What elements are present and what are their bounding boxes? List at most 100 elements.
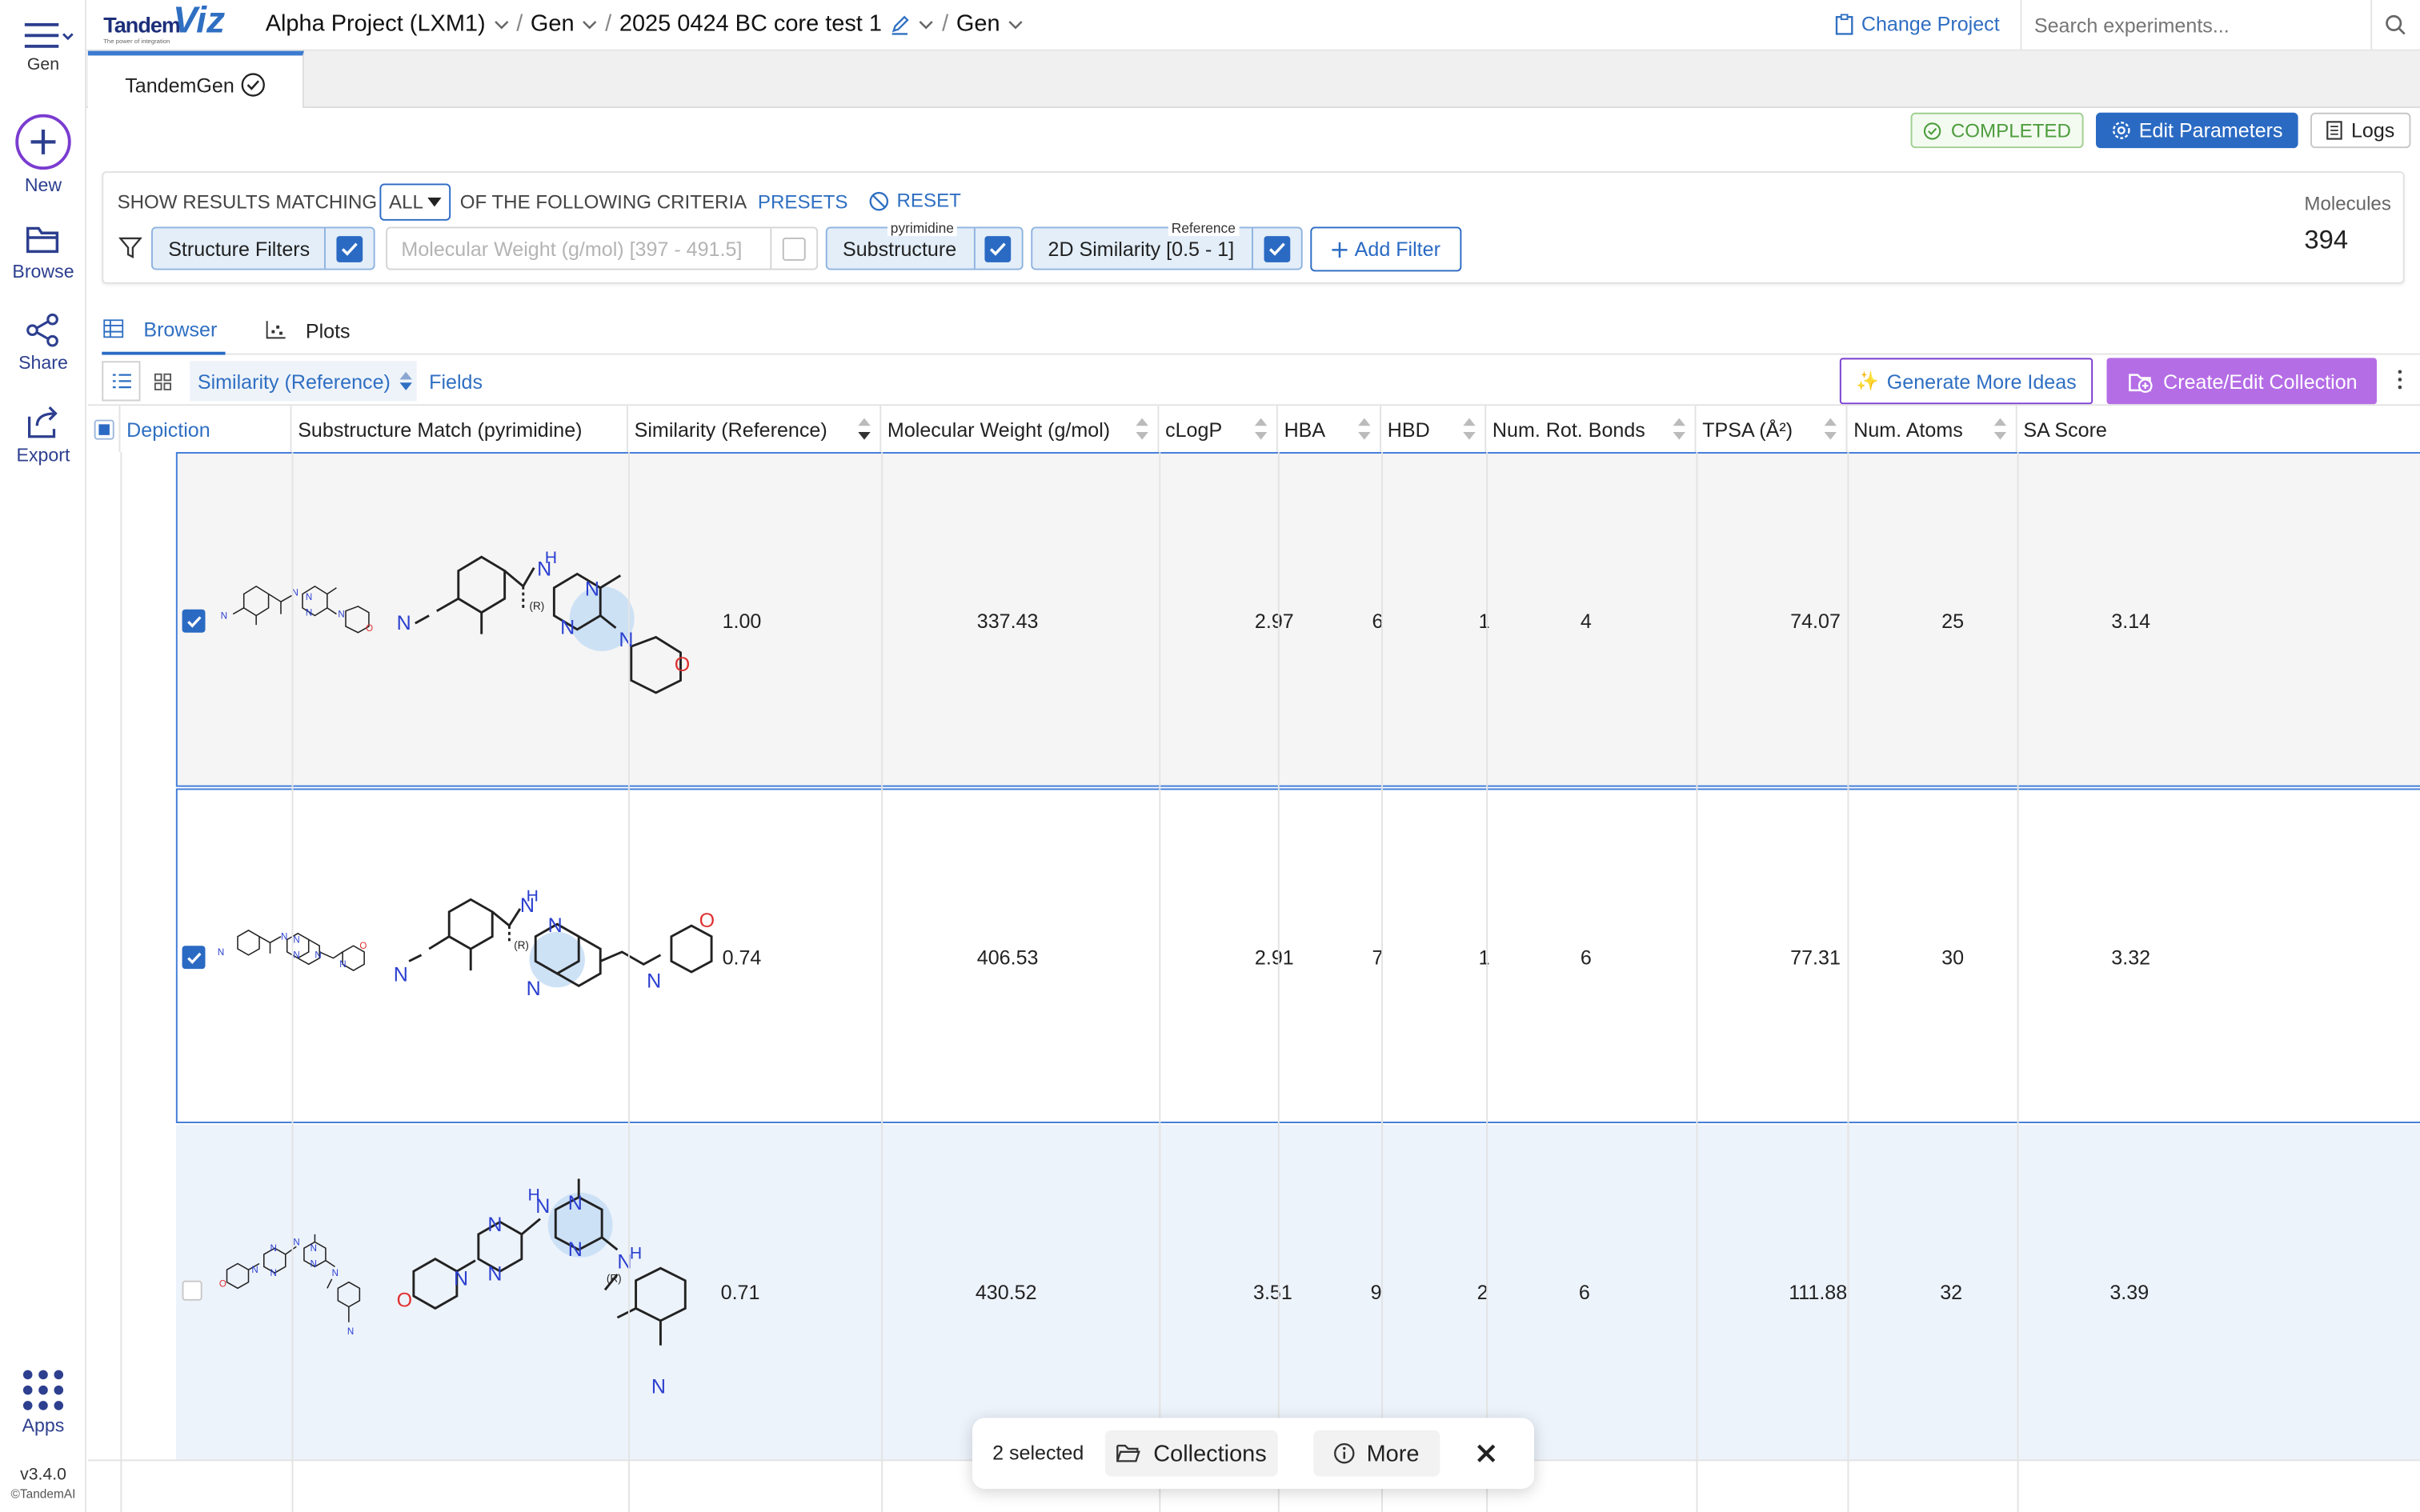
status-badge: COMPLETED [1910, 112, 2084, 149]
table-row[interactable]: NNNNNNNN O NNNNHNNNHN O (R) 0.71 430.52 … [175, 1124, 2420, 1460]
search-icon[interactable] [2385, 14, 2406, 35]
apps-button[interactable]: Apps [0, 1369, 86, 1436]
sort-field-label: Similarity (Reference) [197, 369, 391, 393]
more-actions-button[interactable]: More [1313, 1430, 1440, 1477]
main-menu-button[interactable]: Gen [0, 12, 86, 74]
column-header-depiction[interactable]: Depiction [120, 406, 292, 453]
logo-brand: Tandem [103, 12, 181, 38]
breadcrumb-module[interactable]: Gen [531, 10, 575, 37]
column-header-tpsa[interactable]: TPSA (Å²) [1697, 406, 1848, 453]
list-view-button[interactable] [102, 361, 141, 402]
chevron-down-icon[interactable] [582, 18, 597, 30]
kebab-menu-icon [2398, 370, 2402, 390]
sort-field-button[interactable]: Similarity (Reference) [190, 361, 417, 402]
cell-rot-bonds: 6 [1580, 946, 1592, 970]
cell-hba: 9 [1370, 1280, 1382, 1304]
grid-view-button[interactable] [143, 361, 182, 401]
table-icon [103, 319, 124, 338]
new-button[interactable]: New [0, 113, 86, 196]
collections-button[interactable]: Collections [1104, 1430, 1278, 1477]
more-options-button[interactable] [2392, 369, 2407, 394]
column-header-similarity[interactable]: Similarity (Reference) [628, 406, 882, 453]
row-checkbox[interactable] [182, 1280, 202, 1301]
molecule-thumbnail[interactable]: NN NN N O [216, 570, 378, 662]
results-toolbar: Similarity (Reference) Fields ✨ Generate… [102, 358, 2420, 406]
column-header-molecular-weight[interactable]: Molecular Weight (g/mol) [881, 406, 1160, 453]
reset-button[interactable]: RESET [869, 190, 961, 211]
column-header-rot-bonds[interactable]: Num. Rot. Bonds [1486, 406, 1697, 453]
molecule-thumbnail[interactable]: NN NN NN O [216, 921, 378, 998]
svg-text:N: N [293, 1238, 299, 1247]
generate-more-ideas-button[interactable]: ✨ Generate More Ideas [1839, 358, 2093, 405]
molecule-structure[interactable]: NNHNNN O (R) [394, 538, 718, 708]
structure-filters-chip[interactable]: Structure Filters [150, 226, 375, 270]
chevron-down-icon[interactable] [919, 18, 934, 30]
breadcrumb-experiment[interactable]: 2025 0424 BC core test 1 [619, 10, 882, 37]
search-input[interactable] [2021, 0, 2371, 50]
molecule-thumbnail[interactable]: NNNNNNNN O [214, 1218, 377, 1349]
tab-tandemgen[interactable]: TandemGen [87, 50, 304, 108]
share-button[interactable]: Share [0, 312, 86, 374]
pencil-icon[interactable] [890, 13, 912, 34]
select-all-checkbox[interactable] [88, 406, 121, 453]
match-mode-select[interactable]: ALL [379, 183, 451, 221]
substructure-checkbox[interactable] [975, 235, 1022, 262]
substructure-chip[interactable]: pyrimidine Substructure [825, 220, 1024, 270]
create-edit-collection-button[interactable]: Create/Edit Collection [2106, 358, 2377, 405]
logs-button[interactable]: Logs [2310, 112, 2411, 149]
cell-clogp: 3.51 [1252, 1280, 1292, 1304]
similarity-checkbox[interactable] [1254, 235, 1301, 262]
change-project-button[interactable]: Change Project [1835, 12, 2000, 35]
clipboard-icon [1835, 13, 1853, 34]
column-header-label: HBA [1284, 417, 1326, 441]
column-header-sa-score[interactable]: SA Score [2017, 406, 2420, 452]
table-row[interactable]: NNNNN O NNHNNN O (R) 1.00 337.43 2.97 6 … [175, 452, 2420, 787]
chevron-down-icon[interactable] [1008, 18, 1023, 30]
svg-text:O: O [699, 910, 715, 932]
column-header-hbd[interactable]: HBD [1381, 406, 1487, 453]
substructure-label: Substructure [843, 237, 957, 260]
column-header-label: Num. Rot. Bonds [1492, 417, 1645, 441]
molecular-weight-chip[interactable]: Molecular Weight (g/mol) [397 - 491.5] [386, 226, 819, 270]
generate-more-label: Generate More Ideas [1886, 369, 2077, 393]
molecular-weight-checkbox[interactable] [771, 237, 816, 260]
svg-text:N: N [527, 978, 541, 1000]
chevron-down-icon[interactable] [493, 18, 508, 30]
row-checkbox[interactable] [182, 609, 206, 633]
tab-plots[interactable]: Plots [266, 306, 351, 355]
table-row[interactable]: NNNNNN O NNHNNN O (R) 0.74 406.53 2.91 7… [175, 788, 2420, 1123]
row-checkbox[interactable] [182, 946, 206, 970]
molecule-structure[interactable]: NNNNH NNNHN O (R) [392, 1178, 716, 1402]
column-header-substructure[interactable]: Substructure Match (pyrimidine) [291, 406, 628, 453]
gear-icon [2112, 122, 2130, 139]
share-label: Share [18, 351, 68, 374]
export-button[interactable]: Export [0, 404, 86, 466]
column-header-num-atoms[interactable]: Num. Atoms [1848, 406, 2017, 453]
molecule-structure[interactable]: NNHNNN O (R) [394, 890, 718, 1045]
fields-button[interactable]: Fields [429, 370, 483, 394]
breadcrumb-view[interactable]: Gen [956, 10, 1000, 37]
svg-text:H: H [545, 549, 557, 567]
column-header-clogp[interactable]: cLogP [1159, 406, 1278, 453]
cell-sa-score: 3.32 [2111, 946, 2151, 970]
grid-icon [154, 372, 172, 390]
browse-button[interactable]: Browse [0, 221, 86, 282]
edit-parameters-button[interactable]: Edit Parameters [2096, 112, 2298, 149]
presets-button[interactable]: PRESETS [758, 191, 848, 213]
tab-browser[interactable]: Browser [102, 306, 226, 355]
checkmark-icon [1269, 242, 1286, 255]
breadcrumb-project[interactable]: Alpha Project (LXM1) [266, 10, 486, 37]
checkmark-icon [186, 951, 201, 964]
column-header-hba[interactable]: HBA [1278, 406, 1382, 453]
ban-icon [869, 190, 889, 210]
breadcrumb-separator: / [605, 10, 612, 38]
close-icon[interactable] [1477, 1444, 1496, 1462]
divider [120, 452, 122, 1512]
column-header-label: Num. Atoms [1853, 417, 1963, 441]
structure-filters-checkbox[interactable] [327, 235, 374, 262]
add-filter-button[interactable]: Add Filter [1310, 226, 1462, 272]
app-logo[interactable]: Tandem Viz The power of integration [103, 0, 236, 46]
svg-text:H: H [527, 890, 539, 906]
similarity-chip[interactable]: Reference 2D Similarity [0.5 - 1] [1031, 220, 1303, 270]
cell-num-atoms: 32 [1940, 1280, 1963, 1304]
